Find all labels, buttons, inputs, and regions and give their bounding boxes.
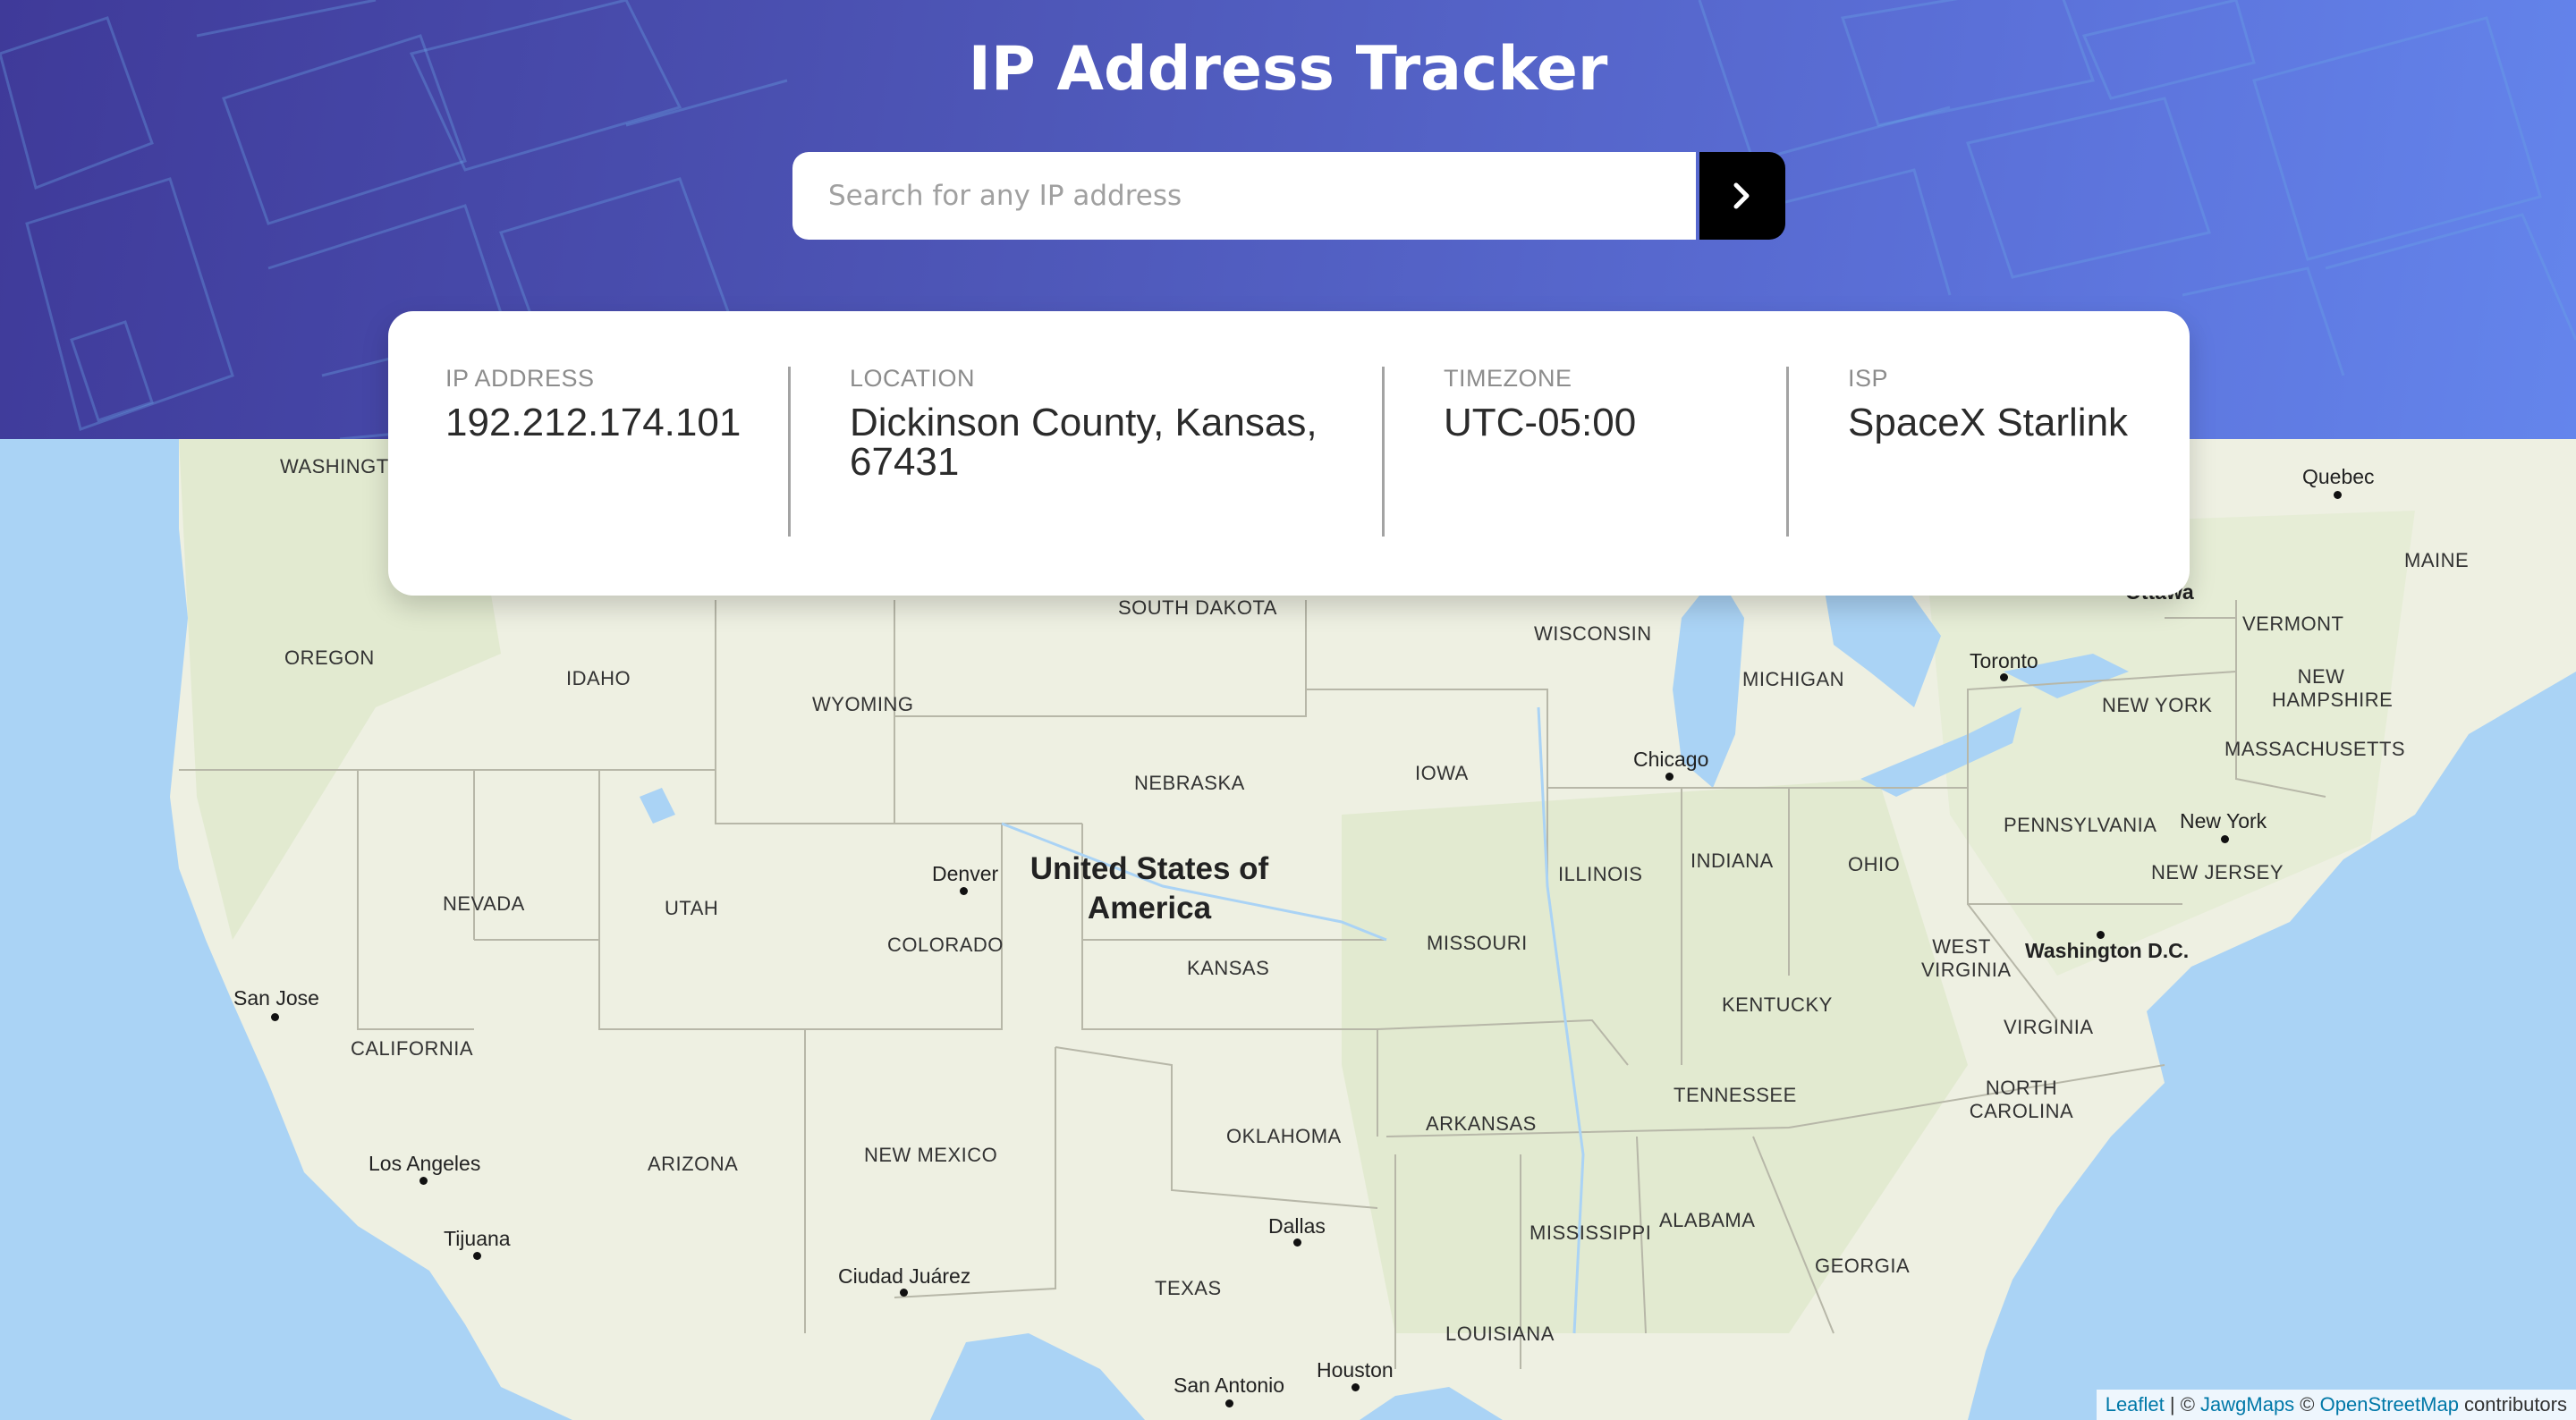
state-label: LOUISIANA bbox=[1445, 1323, 1555, 1345]
state-label: MASSACHUSETTS bbox=[2224, 738, 2406, 760]
state-label: NEW YORK bbox=[2102, 694, 2213, 716]
state-label: PENNSYLVANIA bbox=[2004, 814, 2157, 836]
state-label: OKLAHOMA bbox=[1226, 1125, 1342, 1147]
city-label: Denver bbox=[932, 862, 999, 885]
leaflet-link[interactable]: Leaflet bbox=[2106, 1393, 2165, 1416]
state-label: ILLINOIS bbox=[1558, 863, 1643, 885]
info-label: TIMEZONE bbox=[1444, 365, 1572, 392]
state-label: NEW JERSEY bbox=[2151, 861, 2284, 883]
search-input[interactable] bbox=[792, 152, 1696, 240]
state-label: MISSISSIPPI bbox=[1530, 1221, 1652, 1244]
state-label: KANSAS bbox=[1187, 957, 1270, 979]
map-attribution: Leaflet | © JawgMaps © OpenStreetMap con… bbox=[2096, 1390, 2576, 1420]
city-dot bbox=[1293, 1238, 1301, 1247]
city-label: Houston bbox=[1317, 1358, 1394, 1382]
city-label: San Jose bbox=[233, 986, 319, 1010]
state-label: VERMONT bbox=[2242, 613, 2344, 635]
city-label: Ciudad Juárez bbox=[838, 1264, 971, 1288]
city-dot bbox=[1225, 1399, 1233, 1407]
city-label: New York bbox=[2180, 809, 2267, 833]
city-label: Washington D.C. bbox=[2025, 939, 2190, 962]
state-label: NEVADA bbox=[443, 892, 525, 915]
info-timezone: TIMEZONE UTC-05:00 bbox=[1444, 365, 1636, 443]
state-label: IDAHO bbox=[566, 667, 631, 689]
divider bbox=[1382, 367, 1385, 537]
search-submit-button[interactable] bbox=[1699, 152, 1785, 240]
city-label: Dallas bbox=[1268, 1214, 1326, 1238]
city-label: Toronto bbox=[1970, 649, 2038, 672]
city-dot bbox=[2334, 491, 2342, 499]
state-label: IOWA bbox=[1415, 762, 1469, 784]
state-label: NEBRASKA bbox=[1134, 772, 1245, 794]
city-dot bbox=[419, 1177, 428, 1185]
state-label: NEW MEXICO bbox=[864, 1144, 998, 1166]
state-label: VIRGINIA bbox=[2004, 1016, 2094, 1038]
state-label: TEXAS bbox=[1155, 1277, 1222, 1299]
state-label: TENNESSEE bbox=[1674, 1084, 1797, 1106]
page-title: IP Address Tracker bbox=[968, 34, 1608, 105]
search-bar bbox=[792, 152, 1785, 240]
state-label: INDIANA bbox=[1690, 849, 1774, 872]
state-label: ARIZONA bbox=[648, 1153, 739, 1175]
info-ip-address: IP ADDRESS 192.212.174.101 bbox=[445, 365, 741, 443]
chevron-right-icon bbox=[1733, 182, 1750, 209]
city-dot bbox=[1352, 1383, 1360, 1391]
info-label: LOCATION bbox=[850, 365, 976, 392]
city-dot bbox=[2097, 931, 2105, 939]
info-isp: ISP SpaceX Starlink bbox=[1848, 365, 2128, 443]
state-label: ARKANSAS bbox=[1426, 1112, 1537, 1135]
city-dot bbox=[473, 1252, 481, 1260]
state-label: WEST VIRGINIA bbox=[1921, 935, 2012, 981]
city-dot bbox=[900, 1289, 908, 1297]
state-label: MICHIGAN bbox=[1742, 668, 1844, 690]
info-value: Dickinson County, Kansas, 67431 bbox=[850, 401, 1318, 484]
divider bbox=[788, 367, 791, 537]
state-label: WISCONSIN bbox=[1534, 622, 1652, 645]
info-label: ISP bbox=[1848, 365, 1889, 392]
info-location: LOCATION Dickinson County, Kansas, 67431 bbox=[850, 365, 1351, 482]
state-label: UTAH bbox=[665, 897, 719, 919]
state-label: KENTUCKY bbox=[1722, 993, 1833, 1016]
state-label: MISSOURI bbox=[1427, 932, 1528, 954]
openstreetmap-link[interactable]: OpenStreetMap bbox=[2320, 1393, 2459, 1416]
city-label: Quebec bbox=[2302, 465, 2375, 488]
city-label: Los Angeles bbox=[369, 1152, 481, 1175]
divider bbox=[1786, 367, 1789, 537]
info-value: 192.212.174.101 bbox=[445, 401, 741, 444]
state-label: ALABAMA bbox=[1659, 1209, 1756, 1231]
state-label: OHIO bbox=[1848, 853, 1901, 875]
city-label: Tijuana bbox=[444, 1227, 511, 1250]
info-label: IP ADDRESS bbox=[445, 365, 595, 392]
state-label: NORTH CAROLINA bbox=[1969, 1077, 2074, 1122]
attribution-separator: | © bbox=[2164, 1393, 2201, 1416]
state-label: GEORGIA bbox=[1815, 1255, 1911, 1277]
city-dot bbox=[271, 1013, 279, 1021]
state-label: WYOMING bbox=[812, 693, 914, 715]
state-label: MAINE bbox=[2404, 549, 2470, 571]
city-dot bbox=[2000, 673, 2008, 681]
city-dot bbox=[960, 887, 968, 895]
country-label: United States of America bbox=[1030, 851, 1269, 926]
state-label: OREGON bbox=[284, 647, 375, 669]
city-dot bbox=[1665, 773, 1674, 781]
city-label: San Antonio bbox=[1174, 1374, 1285, 1397]
attribution-separator: © bbox=[2294, 1393, 2320, 1416]
info-value: UTC-05:00 bbox=[1444, 401, 1637, 444]
state-label: CALIFORNIA bbox=[351, 1037, 474, 1060]
state-label: COLORADO bbox=[887, 934, 1004, 956]
city-label: Chicago bbox=[1633, 748, 1709, 771]
ip-info-card: IP ADDRESS 192.212.174.101 LOCATION Dick… bbox=[388, 311, 2190, 596]
state-label: SOUTH DAKOTA bbox=[1118, 596, 1277, 619]
info-value: SpaceX Starlink bbox=[1848, 401, 2129, 444]
attribution-suffix: contributors bbox=[2458, 1393, 2567, 1416]
city-dot bbox=[2221, 835, 2229, 843]
jawgmaps-link[interactable]: JawgMaps bbox=[2200, 1393, 2294, 1416]
state-label: NEW HAMPSHIRE bbox=[2272, 665, 2394, 711]
